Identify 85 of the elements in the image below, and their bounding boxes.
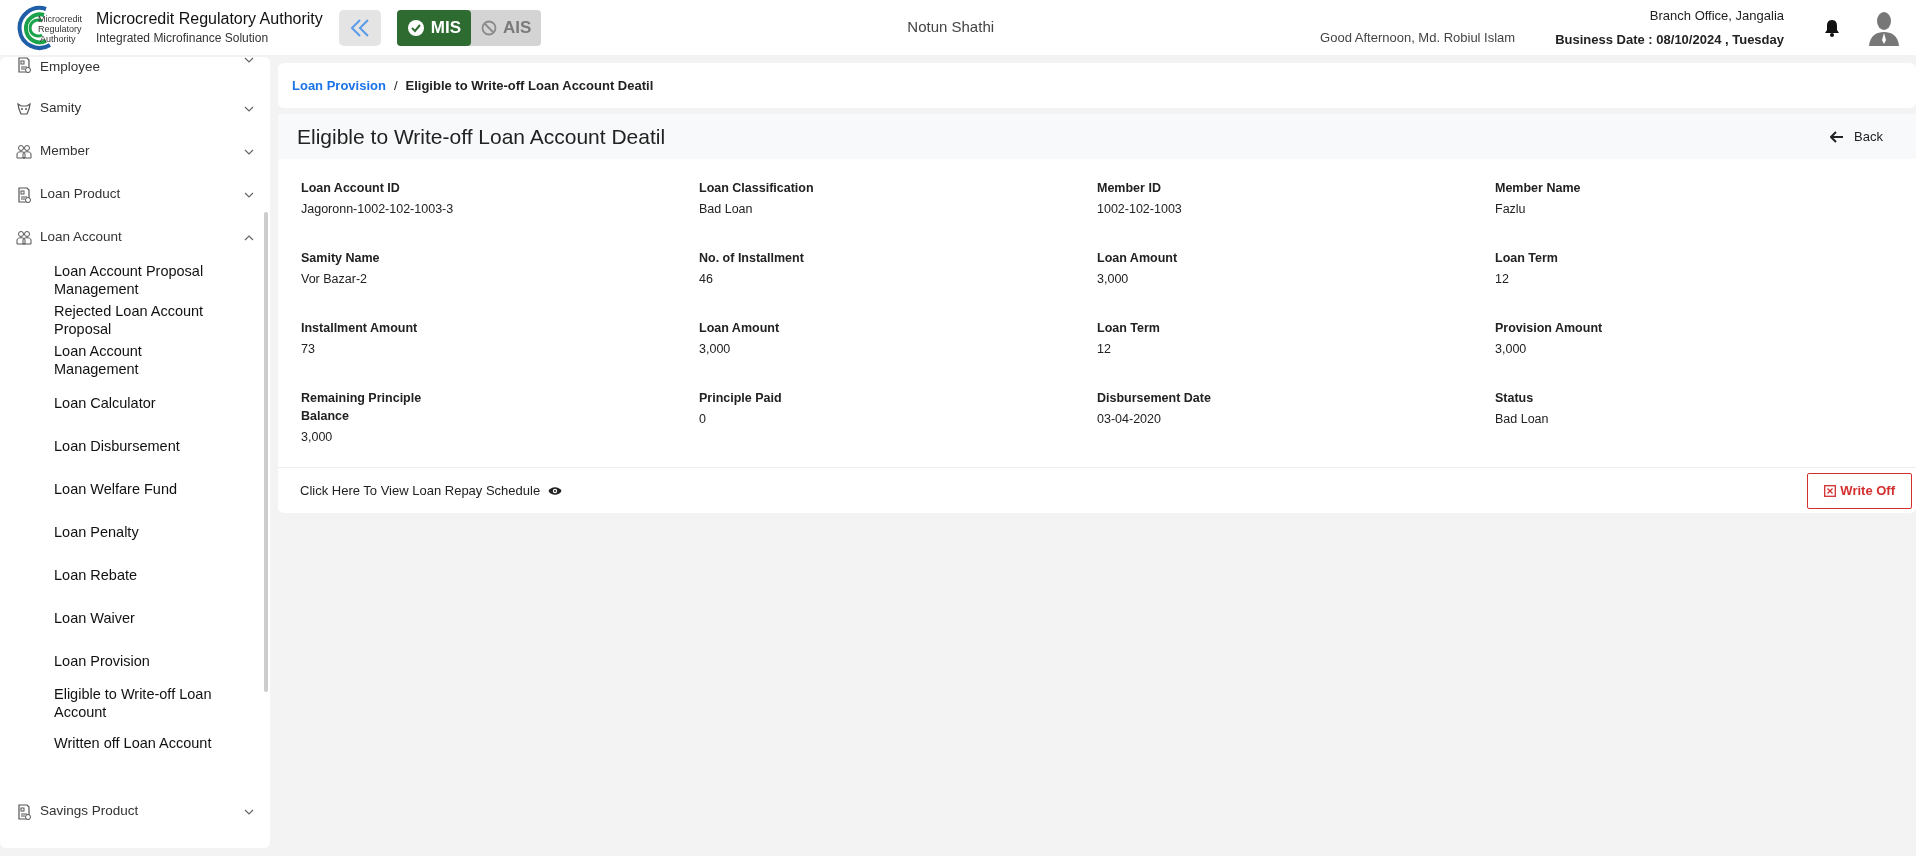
double-chevron-left-icon [348,17,371,38]
sidebar-subitem[interactable]: Loan Rebate [0,553,270,596]
back-button[interactable]: Back [1824,124,1889,149]
sidebar-item[interactable]: Samity [0,87,270,130]
field-label: Provision Amount [1495,320,1604,337]
field-value: 46 [699,271,714,288]
write-off-button[interactable]: Write Off [1807,472,1912,509]
breadcrumb-link[interactable]: Loan Provision [292,75,386,96]
sidebar-subitem[interactable]: Loan Welfare Fund [0,467,270,510]
chevron-up-icon [244,234,254,241]
sidebar-item[interactable]: Member [0,130,270,173]
field-label: Member ID [1097,180,1162,197]
field-value: 3,000 [699,341,732,358]
view-schedule-link[interactable]: Click Here To View Loan Repay Schedule [300,480,563,501]
document-icon [16,803,32,820]
field-value: 3,000 [1097,271,1130,288]
sidebar-item[interactable]: Loan Product [0,173,270,216]
field-value: Bad Loan [1495,411,1550,428]
business-date: Business Date : 08/10/2024 , Tuesday [1555,30,1784,49]
field-value: Fazlu [1495,201,1527,218]
field-label: Loan Account ID [301,180,401,197]
people-icon [16,143,32,160]
chevron-down-icon [244,148,254,155]
chevron-down-icon [244,191,254,198]
field-label: Member Name [1495,180,1582,197]
check-circle-icon [406,18,425,37]
mode-toggle[interactable]: MIS [396,9,471,46]
field-value: 1002-102-1003 [1097,201,1183,218]
breadcrumb-current: Eligible to Write-off Loan Account Deatil [405,76,654,95]
sidebar-subitem[interactable]: Eligible to Write-off Loan Account [0,684,270,722]
field-label: Installment Amount [301,320,419,337]
sidebar-item[interactable]: Loan Account [0,216,270,259]
sidebar-subitem[interactable]: Rejected Loan Account Proposal [0,301,270,339]
prohibited-icon [481,19,497,36]
field-label: Loan Amount [699,320,781,337]
breadcrumb-separator: / [393,76,398,95]
org-name: Microcredit Regulatory Authority [96,8,323,29]
field-label: Samity Name [301,250,381,267]
bell-icon [1824,18,1840,37]
arrow-left-icon [1830,130,1845,143]
collapse-sidebar-button[interactable] [338,9,381,46]
page-title: Eligible to Write-off Loan Account Deatil [297,123,666,150]
field-label: Loan Term [1495,250,1559,267]
eye-icon [548,485,563,496]
logo: Microcredit Regulatory Authority [16,2,88,53]
field-label: Loan Term [1097,320,1161,337]
user-avatar-icon [1868,9,1900,46]
sidebar-subitem[interactable]: Loan Disbursement [0,424,270,467]
field-label: No. of Installment [699,250,805,267]
cow-head-icon [16,100,32,117]
sidebar-subitem[interactable]: Loan Waiver [0,596,270,639]
field-label: Loan Amount [1097,250,1179,267]
field-value: Bad Loan [699,201,754,218]
field-value: 0 [699,411,707,428]
sidebar-subitem[interactable]: Written off Loan Account [0,724,270,762]
sidebar-subitem[interactable]: Loan Account Management [0,341,270,379]
field-value: 03-04-2020 [1097,411,1162,428]
field-label: Principle Paid [699,390,783,407]
app-title: Notun Shathi [907,18,995,36]
chevron-down-icon [244,808,254,815]
sidebar-subitem[interactable]: Loan Penalty [0,510,270,553]
field-value: Jagoronn-1002-102-1003-3 [301,201,455,218]
x-square-icon [1824,484,1837,497]
chevron-down-icon [244,57,254,63]
sidebar-subitem[interactable]: Loan Provision [0,639,270,682]
field-value: 3,000 [301,429,334,446]
field-label: Remaining Principle Balance [301,390,423,425]
field-value: 73 [301,341,316,358]
document-icon [16,186,32,203]
field-value: 12 [1495,271,1510,288]
field-label: Disbursement Date [1097,390,1212,407]
field-value: Vor Bazar-2 [301,271,368,288]
sidebar-subitem[interactable]: Loan Account Proposal Management [0,261,270,299]
chevron-down-icon [244,105,254,112]
field-label: Loan Classification [699,180,815,197]
field-label: Status [1495,390,1535,407]
sidebar-item[interactable]: Savings Product [0,790,270,833]
greeting-text: Good Afternoon, Md. Robiul Islam [1320,28,1516,47]
people-icon [16,229,32,246]
sidebar-item[interactable]: Employee [0,57,270,87]
field-value: 3,000 [1495,341,1528,358]
field-value: 12 [1097,341,1112,358]
branch-name: Branch Office, Jangalia [1648,6,1784,25]
sidebar-subitem[interactable]: Loan Calculator [0,381,270,424]
org-subtitle: Integrated Microfinance Solution [96,29,270,47]
